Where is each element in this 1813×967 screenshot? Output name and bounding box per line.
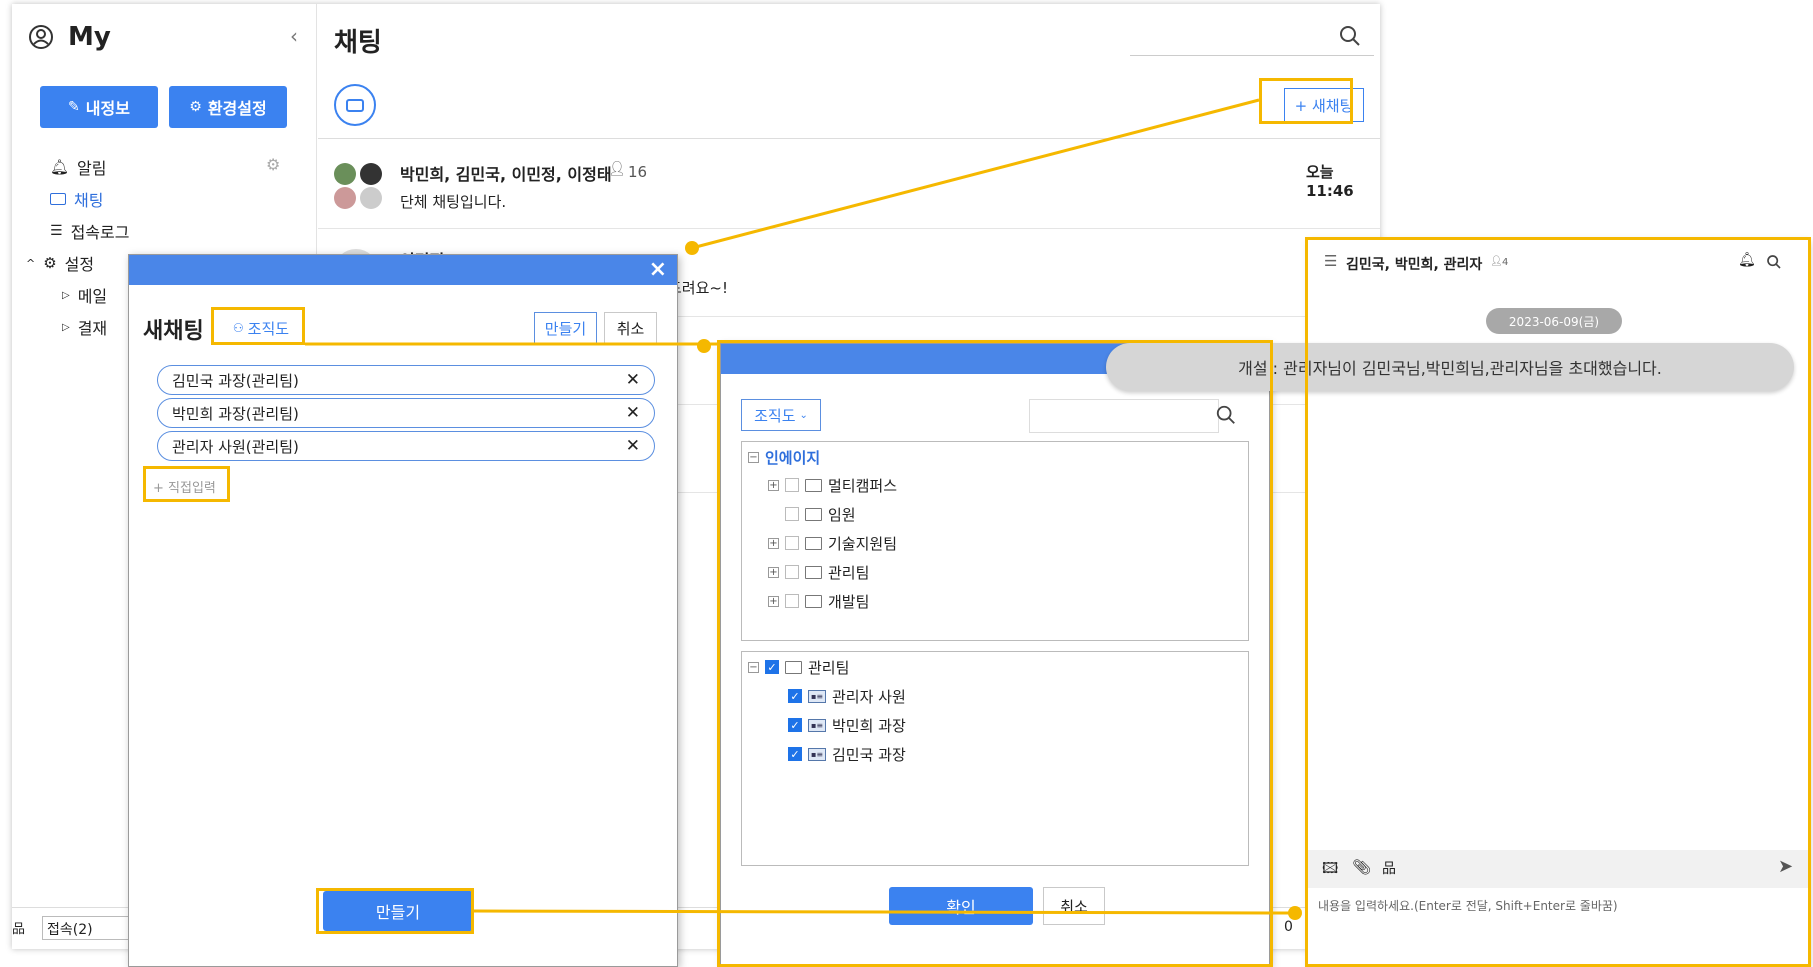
- connector-lines: [305, 98, 1302, 920]
